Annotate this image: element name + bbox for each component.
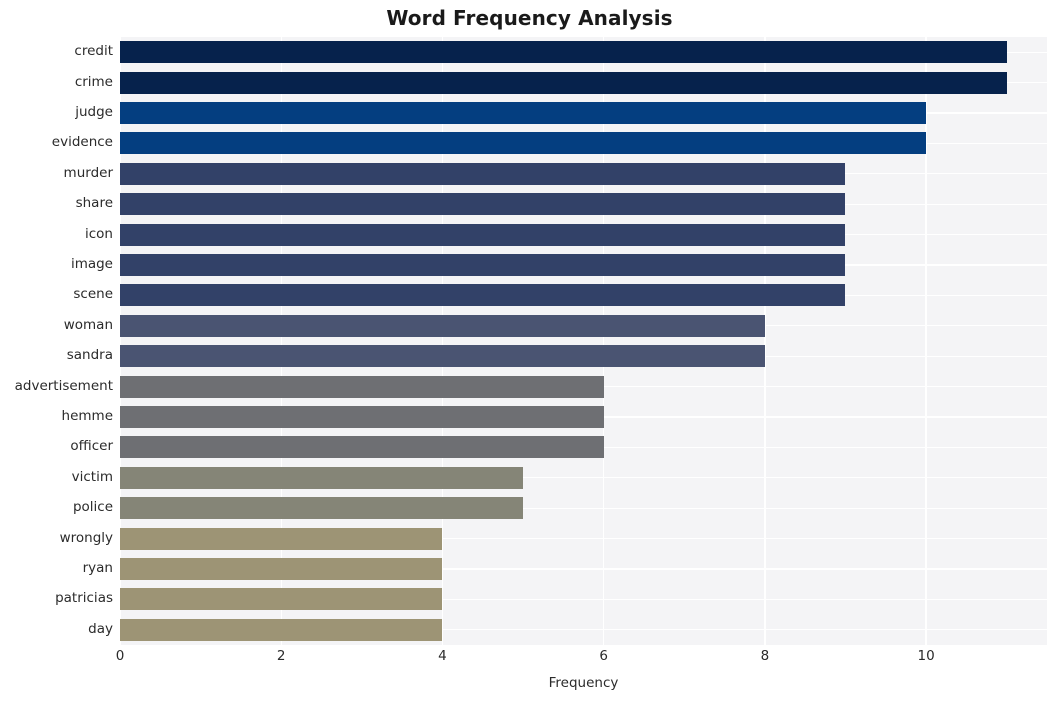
y-tick-label: sandra (66, 347, 113, 364)
bar (120, 588, 443, 611)
y-tick-label: share (75, 195, 113, 212)
bar (120, 436, 604, 459)
bar (120, 497, 524, 520)
y-tick-label: evidence (51, 134, 113, 151)
bar (120, 618, 443, 641)
x-gridline (764, 37, 766, 645)
y-tick-label: scene (73, 286, 113, 303)
x-gridline (603, 37, 605, 645)
bar (120, 314, 765, 337)
y-tick-label: officer (70, 438, 113, 455)
bar (120, 284, 846, 307)
y-tick-label: ryan (82, 560, 113, 576)
y-tick-label: day (88, 620, 113, 637)
x-tick-label: 6 (599, 648, 608, 664)
x-axis-tick-labels: 0 2 4 6 8 10 (0, 648, 1059, 672)
bar (120, 527, 443, 550)
bar (120, 162, 846, 185)
bar (120, 41, 1007, 64)
x-gridline (441, 37, 444, 645)
y-tick-label: advertisement (14, 377, 113, 394)
x-tick-label: 4 (438, 648, 447, 664)
bar (120, 345, 765, 368)
chart-title: Word Frequency Analysis (386, 6, 673, 30)
y-tick-label: crime (74, 73, 113, 90)
y-tick-label: judge (75, 104, 113, 120)
x-gridline (925, 37, 927, 645)
y-tick-label: image (70, 256, 113, 272)
bar (120, 223, 846, 246)
y-axis-tick-labels: credit crime judge evidence murder share icon i… (0, 37, 113, 645)
bar (120, 254, 846, 276)
y-tick-label: police (72, 499, 113, 516)
y-tick-label: icon (85, 225, 113, 242)
y-tick-label: victim (71, 468, 113, 485)
x-tick-label: 2 (276, 648, 286, 664)
bar (120, 375, 604, 398)
x-tick-label: 8 (760, 648, 770, 664)
bar (120, 466, 524, 489)
bar (120, 132, 927, 155)
x-tick-label: 0 (115, 648, 125, 664)
chart-figure: Word Frequency Analysis credit crime judge… (0, 0, 1059, 701)
plot-area (120, 37, 1047, 645)
y-tick-label: hemme (61, 408, 113, 424)
bar (120, 193, 846, 216)
y-tick-label: credit (74, 43, 113, 60)
bar (120, 71, 1007, 94)
x-axis-title: Frequency (548, 675, 619, 691)
y-tick-label: woman (63, 316, 113, 333)
x-gridline (120, 37, 121, 645)
x-gridline (280, 37, 282, 645)
y-tick-label: patricias (55, 590, 113, 607)
bar (120, 558, 443, 580)
y-tick-label: wrongly (59, 529, 113, 546)
y-tick-label: murder (63, 164, 113, 181)
bar (120, 102, 927, 124)
x-tick-label: 10 (917, 648, 935, 664)
bar (120, 406, 604, 428)
